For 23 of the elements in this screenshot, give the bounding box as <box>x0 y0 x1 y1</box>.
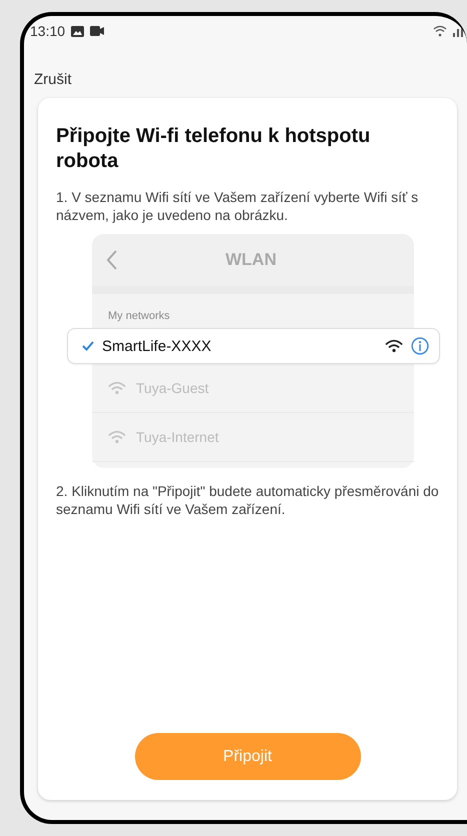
network-name: Tuya-Internet <box>136 429 219 445</box>
video-icon <box>90 26 104 36</box>
connect-button[interactable]: Připojit <box>134 733 360 780</box>
network-name: SmartLife-XXXX <box>102 338 212 354</box>
image-icon <box>71 26 84 36</box>
section-label: My networks <box>107 309 171 324</box>
cancel-button[interactable]: Zrušit <box>32 70 74 90</box>
status-time: 13:10 <box>30 23 66 39</box>
instruction-text: 1. V seznamu Wifi sítí ve Vašem zařízení vyberte Wifi síť s názvem, jako je uvedeno na obrázku. <box>56 188 420 224</box>
screen-title: WLAN <box>224 250 278 270</box>
checkmark-icon <box>82 341 94 351</box>
back-icon <box>106 249 118 271</box>
network-row[interactable]: SmartLife-XXXX <box>67 328 440 364</box>
page-title: Připojte Wi-fi telefonu k hotspotu robota <box>56 124 372 174</box>
wifi-icon <box>385 339 403 353</box>
info-icon <box>411 337 429 355</box>
wifi-icon <box>108 430 126 444</box>
network-row[interactable]: Tuya-Internet <box>92 413 414 462</box>
wifi-icon <box>433 25 447 37</box>
wifi-icon <box>108 381 126 395</box>
instruction-text: 2. Kliknutím na "Připojit" budete automaticky přesměrováni do seznamu Wifi sítí ve Vašem zařízení. <box>56 482 439 518</box>
network-name: Tuya-Guest <box>136 380 209 396</box>
network-row[interactable]: Tuya-Guest <box>92 364 414 413</box>
